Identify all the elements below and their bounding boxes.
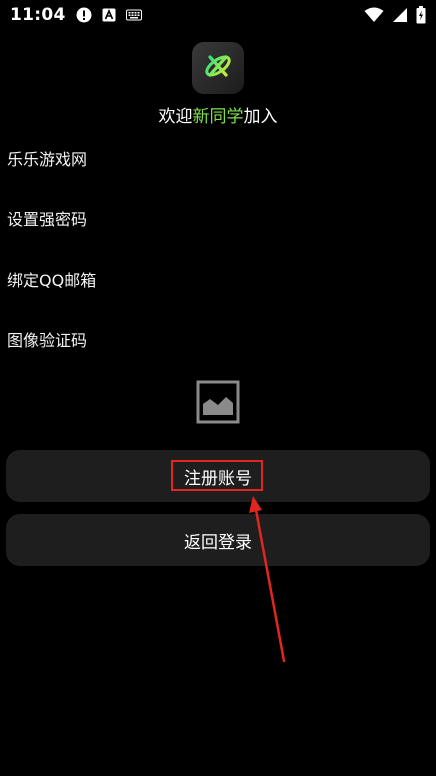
status-right	[364, 6, 426, 24]
email-row	[7, 265, 427, 295]
welcome-suffix: 加入	[243, 107, 278, 127]
qq-email-input[interactable]	[7, 265, 427, 295]
font-a-icon	[102, 8, 116, 22]
captcha-input[interactable]	[7, 325, 427, 355]
captcha-image[interactable]	[196, 380, 240, 424]
username-input[interactable]	[7, 144, 427, 174]
welcome-prefix: 欢迎	[158, 107, 193, 127]
welcome-accent: 新同学	[192, 107, 244, 127]
battery-icon	[416, 6, 426, 24]
password-row	[7, 204, 427, 234]
register-button[interactable]: 注册账号	[6, 450, 430, 502]
password-input[interactable]	[7, 204, 427, 234]
register-button-label: 注册账号	[184, 468, 252, 489]
wifi-icon	[364, 7, 384, 23]
captcha-row	[7, 325, 427, 355]
alert-circle-icon	[76, 7, 92, 23]
back-to-login-button[interactable]: 返回登录	[6, 514, 430, 566]
app-logo	[192, 42, 244, 94]
username-row	[7, 144, 427, 174]
keyboard-icon	[125, 9, 142, 21]
image-placeholder-icon	[196, 380, 240, 428]
welcome-text: 欢迎新同学加入	[0, 106, 436, 128]
back-to-login-label: 返回登录	[184, 532, 252, 553]
signal-icon	[392, 7, 408, 23]
status-bar: 11:04	[0, 0, 436, 30]
status-left: 11:04	[10, 5, 142, 25]
orbit-x-icon	[201, 49, 235, 87]
status-clock: 11:04	[10, 5, 66, 25]
